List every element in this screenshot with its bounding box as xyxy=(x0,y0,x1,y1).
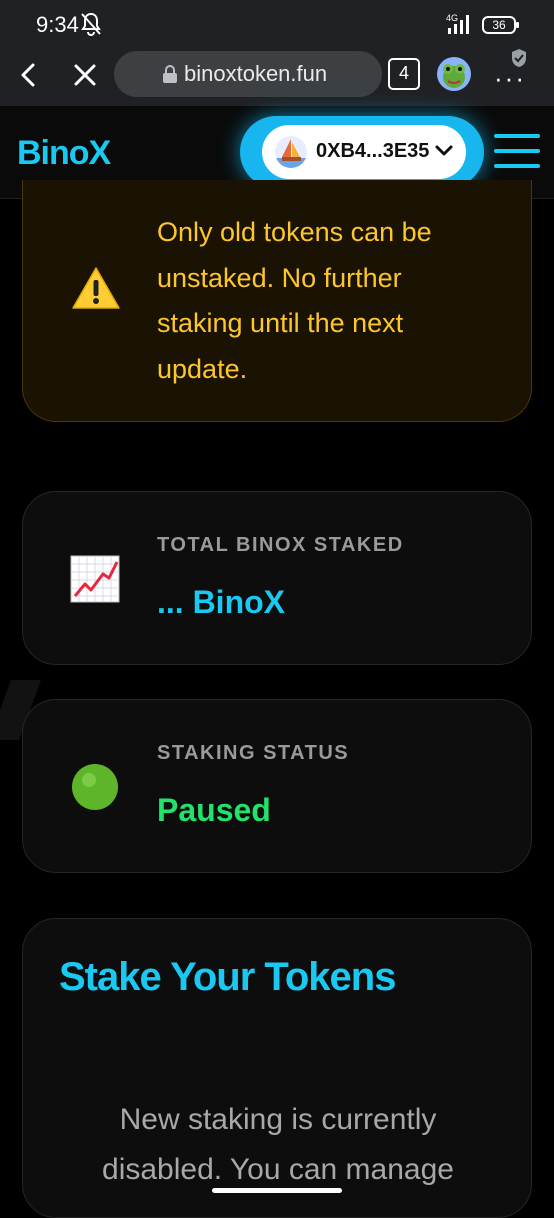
back-icon[interactable] xyxy=(14,60,44,90)
total-staked-label: TOTAL BINOX STAKED xyxy=(157,534,404,556)
lock-icon xyxy=(163,65,177,83)
signal-icon: 4G xyxy=(446,13,469,34)
battery-indicator: 36 xyxy=(482,16,519,34)
warning-banner: Only old tokens can be unstaked. No furt… xyxy=(22,180,532,422)
wallet-address: 0XB4...3E35 xyxy=(316,140,430,162)
hamburger-menu-icon[interactable] xyxy=(494,134,540,170)
binox-logo[interactable]: BinoX xyxy=(17,134,111,173)
address-bar[interactable]: binoxtoken.fun xyxy=(114,51,382,97)
network-label: 4G xyxy=(446,13,458,23)
more-options-icon[interactable]: ··· xyxy=(494,65,526,91)
browser-toolbar: binoxtoken.fun 4 ··· xyxy=(0,48,554,106)
status-bar: 9:34 4G 36 xyxy=(0,0,554,48)
warning-text: Only old tokens can be unstaked. No furt… xyxy=(157,217,432,384)
home-indicator[interactable] xyxy=(212,1188,342,1193)
wallet-avatar-icon xyxy=(275,136,307,168)
staking-status-card: STAKING STATUS Paused xyxy=(22,699,532,873)
close-icon[interactable] xyxy=(70,60,100,90)
status-time: 9:34 xyxy=(36,12,79,37)
chart-increasing-icon xyxy=(70,555,120,603)
warning-icon xyxy=(72,267,120,309)
green-circle-icon xyxy=(72,764,118,810)
url-text: binoxtoken.fun xyxy=(184,61,328,86)
total-staked-card: TOTAL BINOX STAKED ... BinoX xyxy=(22,491,532,665)
wallet-connect-button[interactable]: 0XB4...3E35 xyxy=(262,125,466,179)
stake-section-description: New staking is currently disabled. You c… xyxy=(102,1103,454,1186)
chevron-down-icon xyxy=(435,145,453,156)
tab-switcher-button[interactable]: 4 xyxy=(388,58,420,90)
staking-status-value: Paused xyxy=(157,792,271,828)
frog-icon xyxy=(443,64,465,88)
staking-status-label: STAKING STATUS xyxy=(157,742,350,764)
bell-off-icon xyxy=(81,12,101,36)
stake-section-title: Stake Your Tokens xyxy=(59,955,396,999)
total-staked-value: ... BinoX xyxy=(157,584,285,620)
profile-avatar[interactable] xyxy=(437,57,471,91)
stake-tokens-section: Stake Your Tokens New staking is current… xyxy=(22,918,532,1218)
